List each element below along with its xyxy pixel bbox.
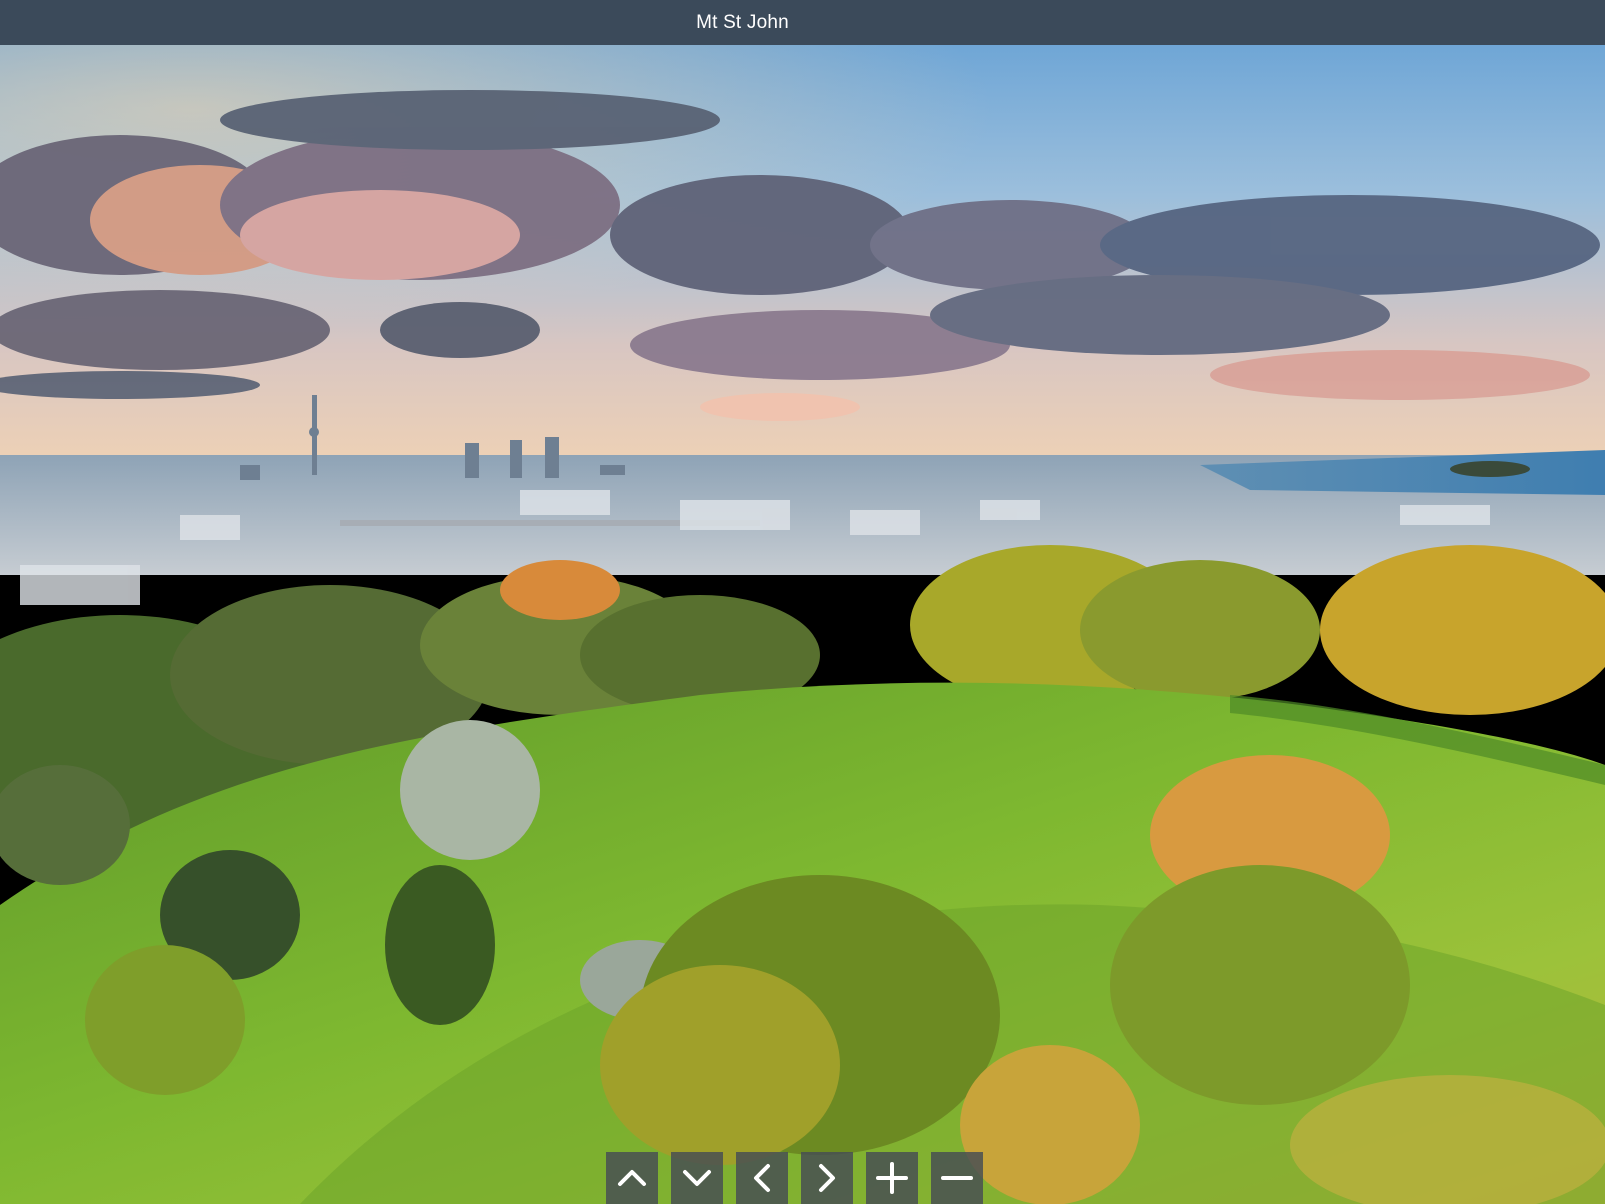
pan-left-button[interactable] [736,1152,788,1204]
plus-icon [876,1162,908,1194]
chevron-down-icon [683,1170,711,1186]
title-bar: Mt St John [0,0,1605,45]
zoom-in-button[interactable] [866,1152,918,1204]
panorama-image[interactable] [0,45,1605,1204]
zoom-out-button[interactable] [931,1152,983,1204]
pan-right-button[interactable] [801,1152,853,1204]
panorama-viewer[interactable]: Mt St John [0,0,1605,1204]
pan-down-button[interactable] [671,1152,723,1204]
minus-icon [941,1176,973,1180]
pan-up-button[interactable] [606,1152,658,1204]
navigation-controls [606,1152,983,1204]
panorama-scene [0,45,1605,1204]
chevron-right-icon [819,1164,835,1192]
chevron-up-icon [618,1170,646,1186]
chevron-left-icon [754,1164,770,1192]
panorama-title: Mt St John [696,11,789,33]
